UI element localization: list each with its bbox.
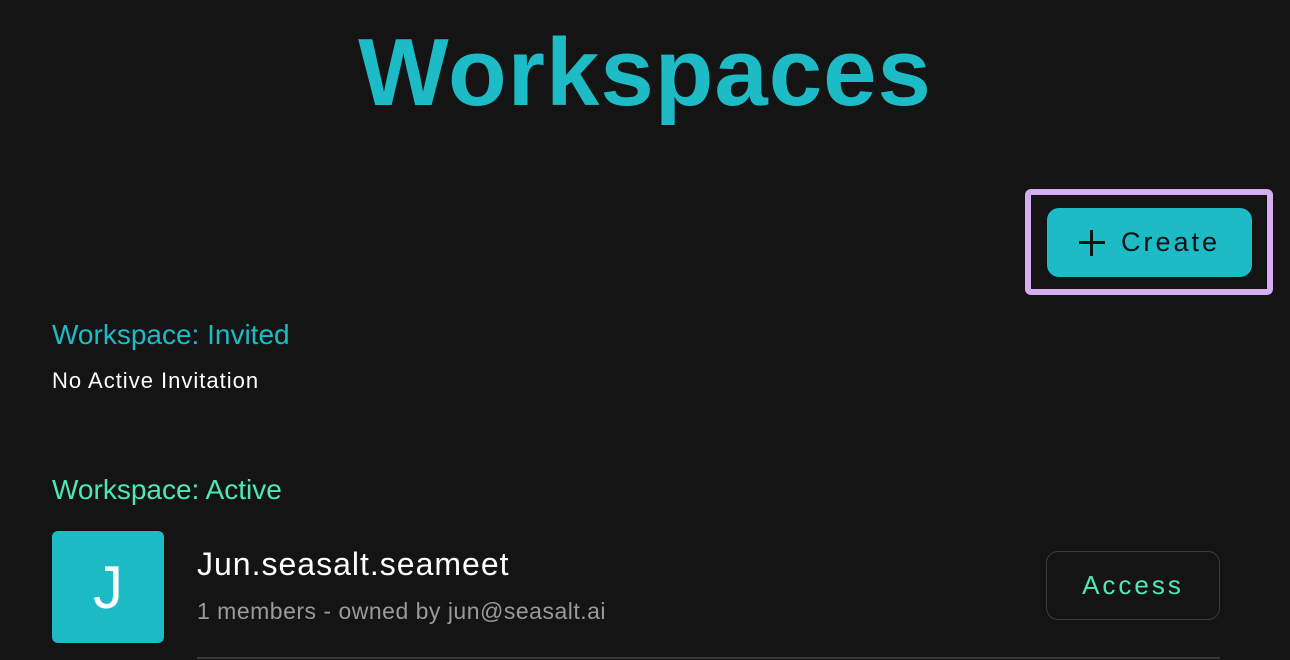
workspaces-page: Workspaces Create Workspace: Invited No … (0, 0, 1290, 660)
no-invitation-text: No Active Invitation (52, 368, 260, 393)
plus-icon (1078, 229, 1105, 256)
workspace-name: Jun.seasalt.seameet (197, 546, 510, 582)
workspace-avatar: J (52, 531, 164, 643)
active-section-heading: Workspace: Active (52, 474, 282, 505)
create-button[interactable]: Create (1047, 208, 1252, 277)
page-title: Workspaces (358, 19, 932, 126)
create-button-label: Create (1120, 227, 1221, 257)
access-button[interactable]: Access (1046, 551, 1220, 620)
invited-section-heading: Workspace: Invited (52, 319, 290, 350)
workspace-meta: 1 members - owned by jun@seasalt.ai (197, 598, 607, 624)
row-divider (197, 657, 1220, 659)
